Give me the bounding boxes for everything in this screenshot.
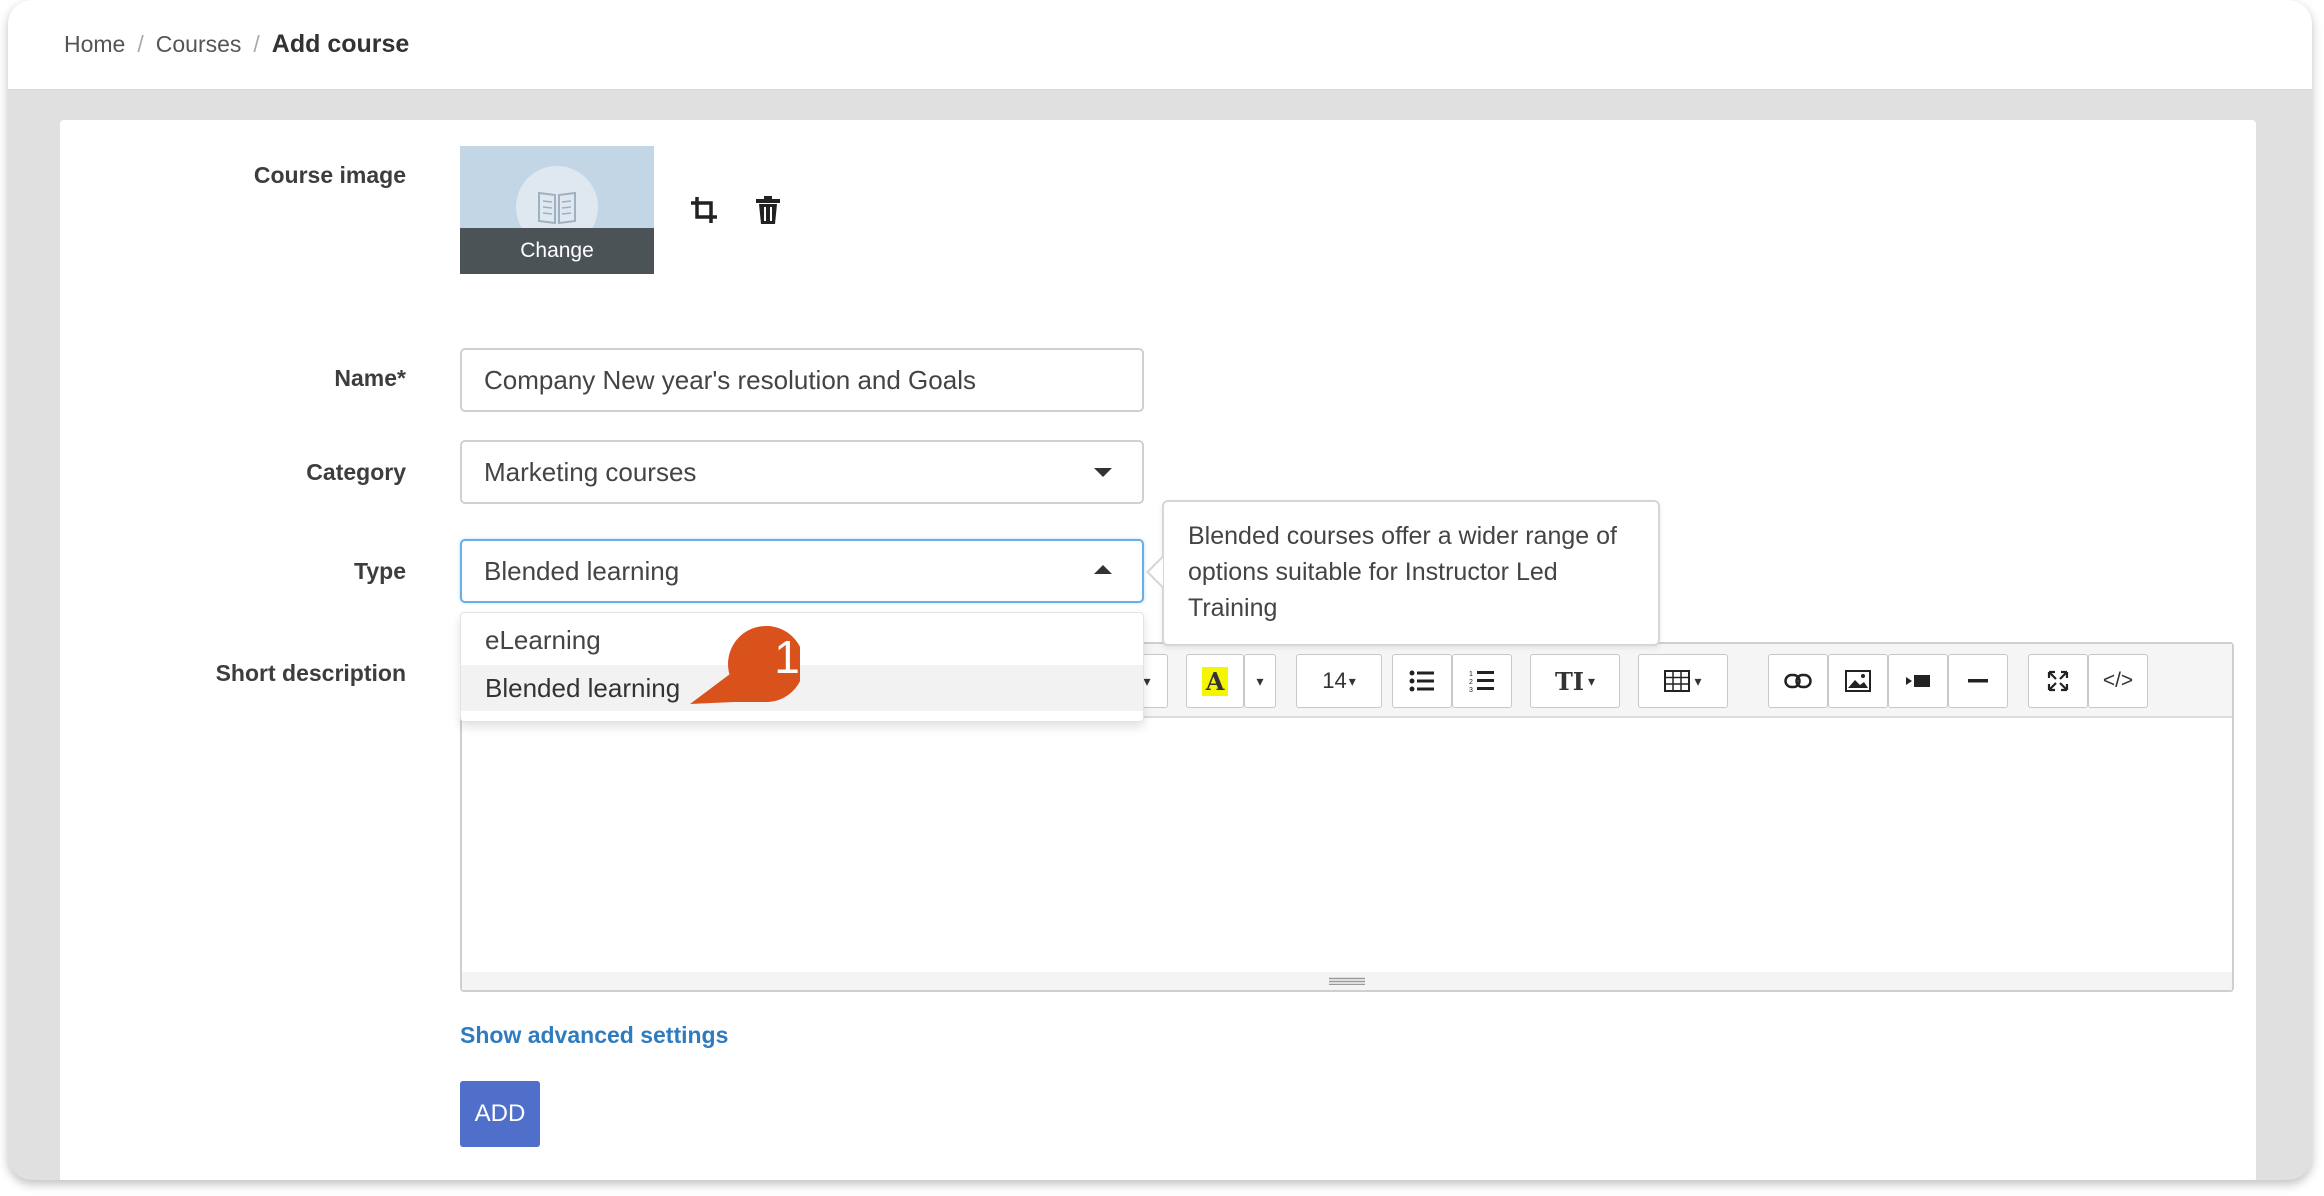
highlight-icon: A (1201, 666, 1229, 696)
category-label: Category (306, 459, 406, 485)
type-select[interactable]: Blended learning (460, 539, 1144, 603)
short-description-textarea[interactable] (462, 718, 2232, 974)
image-icon (1845, 670, 1871, 692)
name-input[interactable]: Company New year's resolution and Goals (460, 348, 1144, 412)
chevron-down-icon: ▾ (1348, 672, 1356, 689)
step-marker-number: 1 (774, 631, 800, 683)
link-button[interactable] (1768, 654, 1828, 708)
fullscreen-icon (2047, 670, 2069, 692)
highlight-color-button[interactable]: A (1186, 654, 1244, 708)
add-button[interactable]: ADD (460, 1081, 540, 1147)
name-input-value: Company New year's resolution and Goals (484, 364, 976, 395)
category-select-value: Marketing courses (484, 456, 697, 487)
editor-resize-handle[interactable] (462, 972, 2232, 990)
resize-grip-icon (1329, 977, 1365, 985)
app-frame: Home / Courses / Add course Course image (8, 0, 2312, 1180)
link-icon (1784, 673, 1812, 689)
chevron-down-icon: ▾ (1143, 672, 1151, 689)
image-button[interactable] (1828, 654, 1888, 708)
breadcrumb-current: Add course (271, 30, 410, 58)
category-select[interactable]: Marketing courses (460, 440, 1144, 504)
type-select-value: Blended learning (484, 555, 680, 586)
text-style-button[interactable]: TI ▾ (1530, 654, 1620, 708)
code-icon: </> (2102, 669, 2134, 692)
change-image-button[interactable]: Change (460, 228, 654, 274)
short-description-label: Short description (215, 660, 406, 686)
course-form-panel: Course image Change Name* Company New ye… (60, 120, 2256, 1180)
chevron-up-icon (1094, 565, 1112, 574)
numbered-list-button[interactable]: 1 2 3 (1452, 654, 1512, 708)
numbered-list-icon: 1 2 3 (1469, 671, 1494, 693)
type-label: Type (354, 558, 406, 584)
bullet-list-icon (1409, 670, 1434, 692)
font-size-value: 14 (1322, 668, 1347, 693)
horizontal-rule-button[interactable] (1948, 654, 2008, 708)
highlight-color-dropdown[interactable]: ▾ (1244, 654, 1276, 708)
chevron-down-icon: ▾ (1256, 672, 1264, 689)
horizontal-rule-icon (1968, 679, 1988, 683)
svg-text:1: 1 (1469, 671, 1473, 678)
breadcrumb-courses[interactable]: Courses (156, 31, 242, 58)
bullet-list-button[interactable] (1392, 654, 1452, 708)
fullscreen-button[interactable] (2028, 654, 2088, 708)
tooltip-arrow (1146, 556, 1163, 588)
font-size-button[interactable]: 14 ▾ (1296, 654, 1382, 708)
name-label: Name* (334, 365, 406, 391)
show-advanced-settings-link[interactable]: Show advanced settings (460, 1022, 728, 1049)
table-icon (1664, 670, 1691, 692)
course-image-label: Course image (253, 162, 406, 188)
video-button[interactable] (1888, 654, 1948, 708)
text-style-icon: TI (1554, 666, 1585, 696)
breadcrumb-separator: / (253, 31, 260, 57)
tooltip-text: Blended courses offer a wider range of o… (1188, 522, 1617, 622)
video-icon (1906, 675, 1930, 687)
table-button[interactable]: ▾ (1638, 654, 1728, 708)
breadcrumb: Home / Courses / Add course (8, 0, 2312, 90)
chevron-down-icon: ▾ (1588, 672, 1596, 689)
course-image-thumbnail[interactable]: Change (460, 146, 654, 274)
chevron-down-icon (1094, 468, 1112, 477)
type-help-tooltip: Blended courses offer a wider range of o… (1146, 500, 1660, 646)
breadcrumb-home[interactable]: Home (64, 31, 125, 58)
trash-icon[interactable] (752, 194, 784, 226)
code-view-button[interactable]: </> (2088, 654, 2148, 708)
svg-text:3: 3 (1469, 687, 1473, 693)
chevron-down-icon: ▾ (1694, 672, 1702, 689)
crop-icon[interactable] (688, 194, 720, 226)
svg-text:2: 2 (1469, 679, 1473, 686)
breadcrumb-separator: / (137, 31, 144, 57)
